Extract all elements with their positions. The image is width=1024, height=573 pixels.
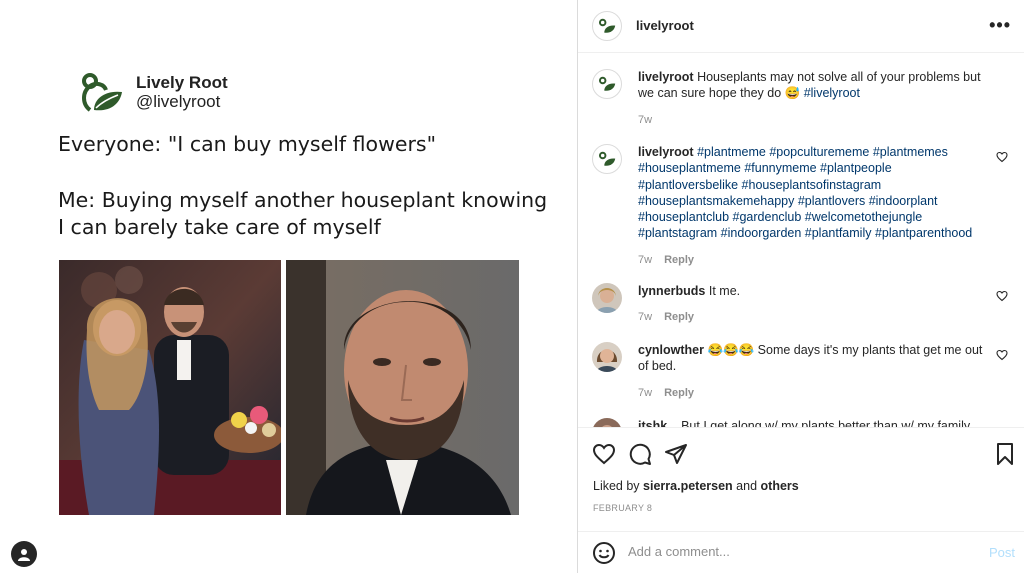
meme-line-3: I can barely take care of myself: [58, 215, 381, 239]
comment-time[interactable]: 7w: [638, 311, 652, 323]
share-send-icon[interactable]: [664, 442, 688, 466]
add-comment-input[interactable]: [628, 544, 968, 559]
comment-text: But I get along w/ my plants better than…: [681, 419, 980, 427]
more-options-icon[interactable]: •••: [989, 16, 1011, 34]
comment-text: It me.: [708, 284, 741, 298]
reply-button[interactable]: Reply: [664, 311, 694, 323]
comment-username[interactable]: livelyroot: [638, 70, 694, 84]
liked-by-user[interactable]: sierra.petersen: [643, 479, 733, 493]
brand-block: Lively Root @livelyroot: [76, 70, 228, 116]
liked-by-prefix: Liked by: [593, 479, 640, 493]
user-tag-icon[interactable]: [11, 541, 37, 567]
like-heart-icon[interactable]: [592, 442, 616, 466]
meme-line-2: Me: Buying myself another houseplant kno…: [58, 188, 548, 212]
comment-time[interactable]: 7w: [638, 387, 652, 399]
comment-time[interactable]: 7w: [638, 114, 652, 126]
brand-name: Lively Root: [136, 73, 228, 93]
comments-list[interactable]: livelyroot Houseplants may not solve all…: [578, 54, 1024, 427]
post-side-panel: livelyroot ••• livelyroot Houseplants ma…: [577, 0, 1024, 573]
commenter-avatar[interactable]: [592, 283, 622, 313]
like-comment-heart-icon[interactable]: [996, 290, 1008, 302]
like-comment-heart-icon[interactable]: [996, 151, 1008, 163]
liked-by-conj: and: [736, 479, 758, 493]
comment-username[interactable]: livelyroot: [638, 145, 694, 159]
post-media: Lively Root @livelyroot Everyone: "I can…: [0, 0, 577, 573]
lively-root-logo-icon: [598, 76, 616, 91]
reply-button[interactable]: Reply: [664, 387, 694, 399]
author-avatar[interactable]: [592, 11, 622, 41]
brand-handle: @livelyroot: [136, 92, 221, 111]
comment-username[interactable]: lynnerbuds: [638, 284, 705, 298]
liked-by-summary: Liked by sierra.petersen and others: [593, 479, 799, 493]
comment-bubble-icon[interactable]: [628, 442, 652, 466]
instagram-post-modal: Lively Root @livelyroot Everyone: "I can…: [0, 0, 1024, 573]
couple-at-event-photo: [59, 260, 281, 515]
lively-root-logo-icon: [82, 73, 122, 112]
commenter-avatar[interactable]: [592, 342, 622, 372]
post-actions: Liked by sierra.petersen and others FEBR…: [578, 427, 1024, 531]
author-avatar[interactable]: [592, 69, 622, 99]
author-username[interactable]: livelyroot: [636, 18, 694, 33]
comment-time[interactable]: 7w: [638, 254, 652, 266]
save-bookmark-icon[interactable]: [993, 442, 1017, 466]
post-date[interactable]: FEBRUARY 8: [593, 503, 652, 513]
add-comment-bar: Post: [578, 531, 1024, 573]
man-closeup-photo: [286, 260, 519, 515]
meme-line-1: Everyone: "I can buy myself flowers": [58, 132, 437, 156]
lively-root-logo-icon: [598, 18, 616, 33]
emoji-smile-icon[interactable]: [592, 541, 616, 565]
author-avatar[interactable]: [592, 144, 622, 174]
liked-by-others[interactable]: others: [761, 479, 799, 493]
post-header: livelyroot •••: [578, 0, 1024, 53]
comment-hashtag[interactable]: #livelyroot: [804, 86, 860, 100]
reply-button[interactable]: Reply: [664, 254, 694, 266]
comment-username[interactable]: itshk...: [638, 419, 678, 427]
commenter-avatar[interactable]: [592, 418, 622, 427]
comment-username[interactable]: cynlowther: [638, 343, 704, 357]
comment-hashtags[interactable]: #plantmeme #popculturememe #plantmemes #…: [638, 145, 972, 240]
post-comment-button[interactable]: Post: [989, 545, 1015, 560]
lively-root-logo-icon: [598, 151, 616, 166]
like-comment-heart-icon[interactable]: [996, 349, 1008, 361]
